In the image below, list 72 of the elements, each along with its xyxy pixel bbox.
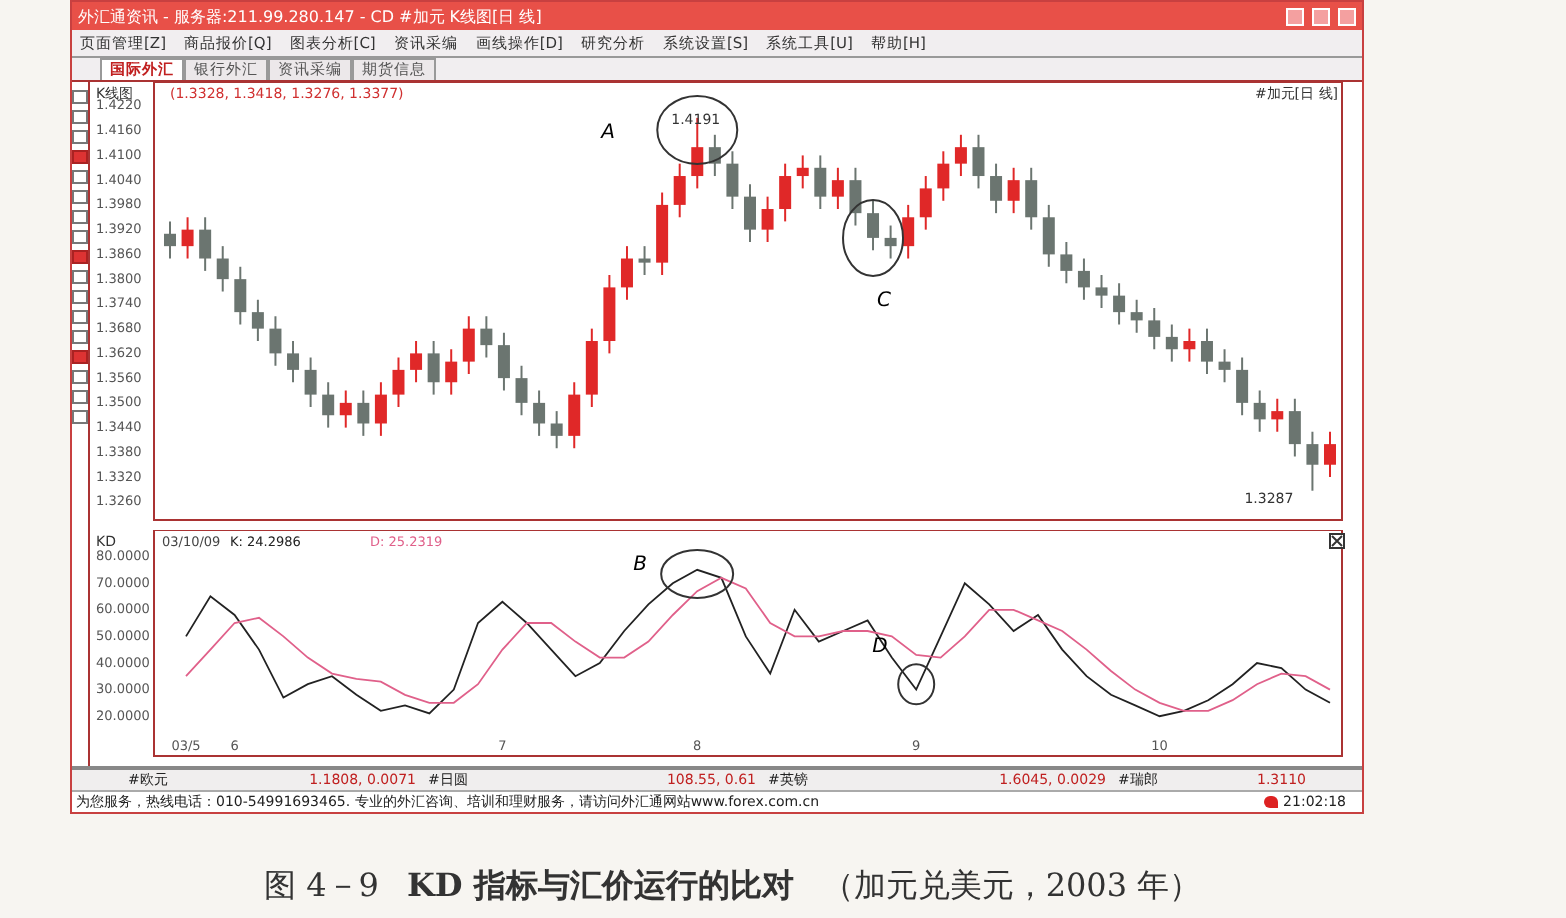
- candlestick: [164, 220, 176, 260]
- candlestick: [357, 389, 370, 437]
- annotation-letter: D: [872, 636, 888, 659]
- candlestick: [744, 183, 756, 244]
- candlestick: [761, 195, 774, 244]
- candlestick: [269, 315, 282, 367]
- candlestick: [1253, 389, 1266, 433]
- candlestick: [1060, 241, 1073, 285]
- candlestick: [181, 216, 194, 260]
- circle-mark: [660, 548, 735, 599]
- candlestick: [1271, 397, 1284, 433]
- candlestick: [445, 348, 458, 396]
- candlestick: [638, 245, 651, 277]
- annotation-letter: A: [601, 121, 615, 144]
- candlestick: [199, 216, 212, 272]
- candlestick: [550, 410, 563, 450]
- candlestick: [884, 224, 897, 260]
- candlestick: [726, 150, 739, 211]
- candlestick: [1042, 203, 1055, 268]
- candlestick: [1095, 274, 1108, 310]
- candlestick: [1324, 430, 1336, 479]
- candlestick: [972, 133, 985, 190]
- candlestick: [954, 133, 967, 178]
- candlestick: [1130, 298, 1143, 334]
- candlestick: [515, 364, 528, 417]
- candlestick: [462, 315, 475, 375]
- circle-mark: [842, 198, 905, 277]
- candlestick: [1183, 327, 1196, 363]
- candlestick: [339, 389, 352, 429]
- candlestick: [322, 381, 335, 429]
- circle-mark: [656, 94, 739, 165]
- window-title: 外汇通资讯 - 服务器:211.99.280.147 - CD #加元 K线图[日 线]: [78, 5, 544, 27]
- candlestick: [814, 154, 827, 211]
- candlestick: [251, 298, 264, 343]
- candlestick: [533, 389, 546, 437]
- candlestick: [1113, 282, 1126, 326]
- candlestick: [620, 245, 633, 301]
- circle-mark: [897, 663, 936, 706]
- candlestick: [410, 340, 423, 384]
- candlestick: [796, 154, 809, 190]
- candlestick: [1288, 397, 1301, 458]
- candlestick: [1218, 348, 1231, 384]
- candlestick: [1077, 257, 1090, 301]
- candlestick: [990, 162, 1003, 215]
- candlestick: [374, 381, 387, 437]
- candlestick: [1306, 430, 1319, 492]
- candlestick: [287, 340, 300, 384]
- candlestick: [867, 199, 880, 252]
- candlestick: [779, 162, 792, 223]
- candlestick: [673, 162, 686, 219]
- candlestick: [937, 150, 950, 202]
- candlestick: [1007, 166, 1020, 215]
- candlestick: [1025, 166, 1038, 231]
- candlestick: [497, 331, 510, 392]
- annotation-letter: B: [633, 553, 647, 576]
- candlestick: [568, 381, 581, 450]
- candlestick: [919, 175, 932, 231]
- figure-caption: 图 4－9 KD 指标与汇价运行的比对 （加元兑美元，2003 年）: [264, 866, 1204, 908]
- candlestick: [849, 166, 862, 227]
- candlestick: [427, 340, 440, 396]
- candlestick: [1148, 307, 1161, 351]
- candlestick: [392, 356, 405, 408]
- candlestick: [1165, 323, 1178, 363]
- candlestick: [902, 203, 915, 260]
- candlestick: [480, 315, 493, 359]
- candlestick: [234, 265, 247, 326]
- candlestick: [1200, 327, 1213, 375]
- candlestick: [1236, 356, 1249, 417]
- candlestick: [216, 245, 229, 293]
- candlestick: [304, 356, 317, 408]
- annotation-letter: C: [877, 289, 891, 312]
- candlestick: [831, 166, 844, 211]
